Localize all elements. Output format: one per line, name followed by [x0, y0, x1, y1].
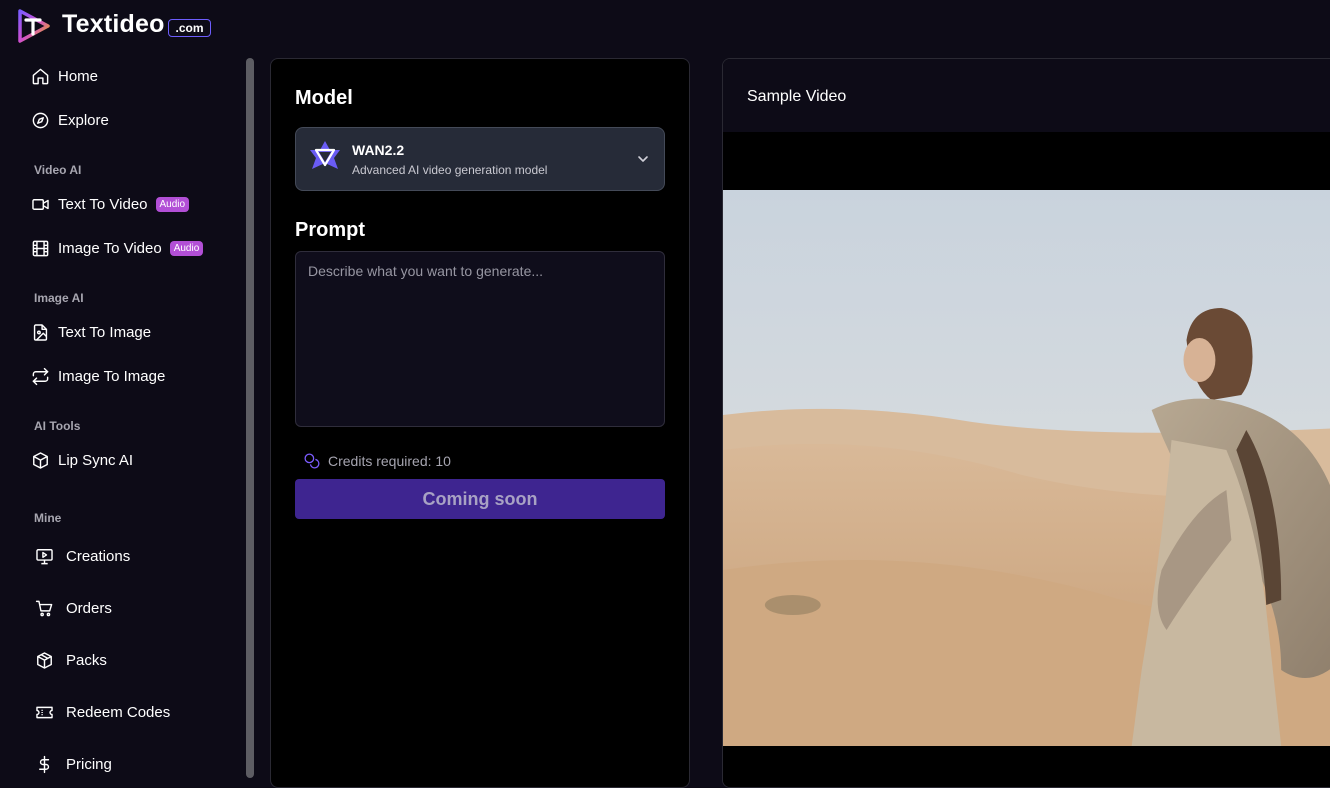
sample-video-title: Sample Video: [747, 88, 847, 105]
sidebar-item-image-to-video[interactable]: Image To Video Audio: [30, 236, 204, 260]
image-file-icon: [30, 322, 50, 342]
sidebar-item-label: Pricing: [66, 755, 112, 773]
sidebar-item-explore[interactable]: Explore: [30, 108, 109, 132]
credits-info: Credits required: 10: [303, 452, 451, 469]
model-description: Advanced AI video generation model: [352, 163, 548, 177]
model-heading: Model: [295, 87, 353, 109]
sample-video-panel: Sample Video: [722, 58, 1330, 788]
prompt-heading: Prompt: [295, 219, 365, 241]
sidebar-item-orders[interactable]: Orders: [34, 596, 112, 620]
coming-soon-button[interactable]: Coming soon: [295, 479, 665, 519]
sidebar-item-text-to-video[interactable]: Text To Video Audio: [30, 192, 190, 216]
audio-badge: Audio: [169, 240, 204, 256]
generation-panel: Model WAN2.2 Advanced AI video generatio…: [270, 58, 690, 788]
credits-required-text: Credits required: 10: [328, 452, 451, 469]
prompt-input[interactable]: [295, 251, 665, 427]
video-camera-icon: [30, 194, 50, 214]
sidebar-item-label: Home: [58, 67, 99, 85]
cart-icon: [34, 598, 54, 618]
section-label-video-ai: Video AI: [34, 163, 82, 177]
cube-icon: [30, 450, 50, 470]
sidebar-item-label: Text To Video: [58, 195, 148, 213]
section-label-image-ai: Image AI: [34, 291, 84, 305]
sidebar-scrollbar[interactable]: [246, 58, 254, 778]
dollar-icon: [34, 754, 54, 774]
sidebar-item-label: Text To Image: [58, 323, 152, 341]
sidebar-item-packs[interactable]: Packs: [34, 648, 107, 672]
top-bar: Textideo .com: [0, 0, 1330, 56]
model-name: WAN2.2: [352, 142, 405, 158]
coins-icon: [304, 453, 320, 469]
sidebar-item-label: Orders: [66, 599, 112, 617]
brand-badge: .com: [168, 19, 211, 37]
sidebar-item-label: Creations: [66, 547, 131, 565]
sample-video-frame[interactable]: [723, 190, 1330, 746]
sidebar-item-label: Redeem Codes: [66, 703, 171, 721]
model-select[interactable]: WAN2.2 Advanced AI video generation mode…: [295, 127, 665, 191]
sidebar-item-text-to-image[interactable]: Text To Image: [30, 320, 151, 344]
audio-badge: Audio: [155, 196, 190, 212]
video-player[interactable]: [723, 132, 1330, 787]
section-label-ai-tools: AI Tools: [34, 419, 81, 433]
sidebar-item-home[interactable]: Home: [30, 64, 98, 88]
section-label-mine: Mine: [34, 511, 62, 525]
sidebar-item-pricing[interactable]: Pricing: [34, 752, 112, 776]
ticket-icon: [34, 702, 54, 722]
textideo-logo-icon[interactable]: [16, 7, 52, 45]
sidebar-item-label: Image To Video: [58, 239, 162, 257]
package-icon: [34, 650, 54, 670]
film-icon: [30, 238, 50, 258]
monitor-play-icon: [34, 546, 54, 566]
brand-name[interactable]: Textideo: [62, 10, 165, 39]
wan-model-logo-icon: [310, 141, 340, 169]
sidebar-item-redeem-codes[interactable]: Redeem Codes: [34, 700, 170, 724]
chevron-down-icon: [638, 156, 648, 162]
compass-icon: [30, 110, 50, 130]
sidebar-item-label: Packs: [66, 651, 107, 669]
sidebar: Home Explore Video AI Text To Video Audi…: [0, 56, 258, 778]
home-icon: [30, 66, 50, 86]
sidebar-item-creations[interactable]: Creations: [34, 544, 130, 568]
repeat-icon: [30, 366, 50, 386]
sample-video-header: Sample Video: [723, 59, 1330, 132]
sidebar-item-label: Explore: [58, 111, 109, 129]
sidebar-item-label: Image To Image: [58, 367, 166, 385]
sidebar-item-label: Lip Sync AI: [58, 451, 134, 469]
sidebar-item-lip-sync-ai[interactable]: Lip Sync AI: [30, 448, 133, 472]
sidebar-item-image-to-image[interactable]: Image To Image: [30, 364, 165, 388]
